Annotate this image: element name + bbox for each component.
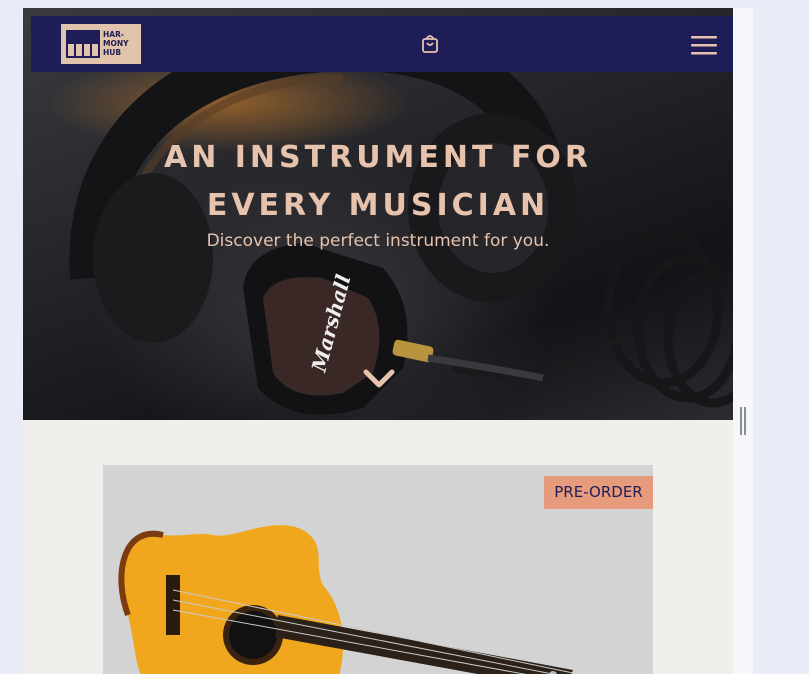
- piano-keys-icon: [66, 30, 100, 58]
- hero-title-line-2: EVERY MUSICIAN: [206, 188, 550, 223]
- hero-title: AN INSTRUMENT FOR EVERY MUSICIAN: [103, 134, 653, 230]
- browser-side-strip: [733, 8, 753, 674]
- shopping-bag-icon[interactable]: [420, 34, 440, 54]
- brand-logo-line-1: HAR-: [103, 30, 124, 39]
- pre-order-badge: PRE-ORDER: [544, 476, 653, 509]
- hero-title-line-1: AN INSTRUMENT FOR: [163, 140, 593, 175]
- brand-logo[interactable]: HAR- MONY HUB: [61, 24, 141, 64]
- brand-logo-line-3: HUB: [103, 48, 122, 57]
- brand-logo-line-2: MONY: [103, 39, 129, 48]
- resize-handle[interactable]: [739, 407, 747, 435]
- product-card[interactable]: PRE-ORDER: [103, 465, 653, 674]
- chevron-down-icon[interactable]: [362, 368, 396, 390]
- hero-section: Marshall AN INSTRUMENT FOR EVERY MUSICIA…: [23, 8, 733, 420]
- page-viewport: Marshall AN INSTRUMENT FOR EVERY MUSICIA…: [23, 8, 733, 674]
- hamburger-menu-icon[interactable]: [690, 34, 718, 56]
- brand-logo-text: HAR- MONY HUB: [103, 30, 139, 57]
- navbar: HAR- MONY HUB: [31, 16, 733, 72]
- hero-subtitle: Discover the perfect instrument for you.: [206, 231, 550, 251]
